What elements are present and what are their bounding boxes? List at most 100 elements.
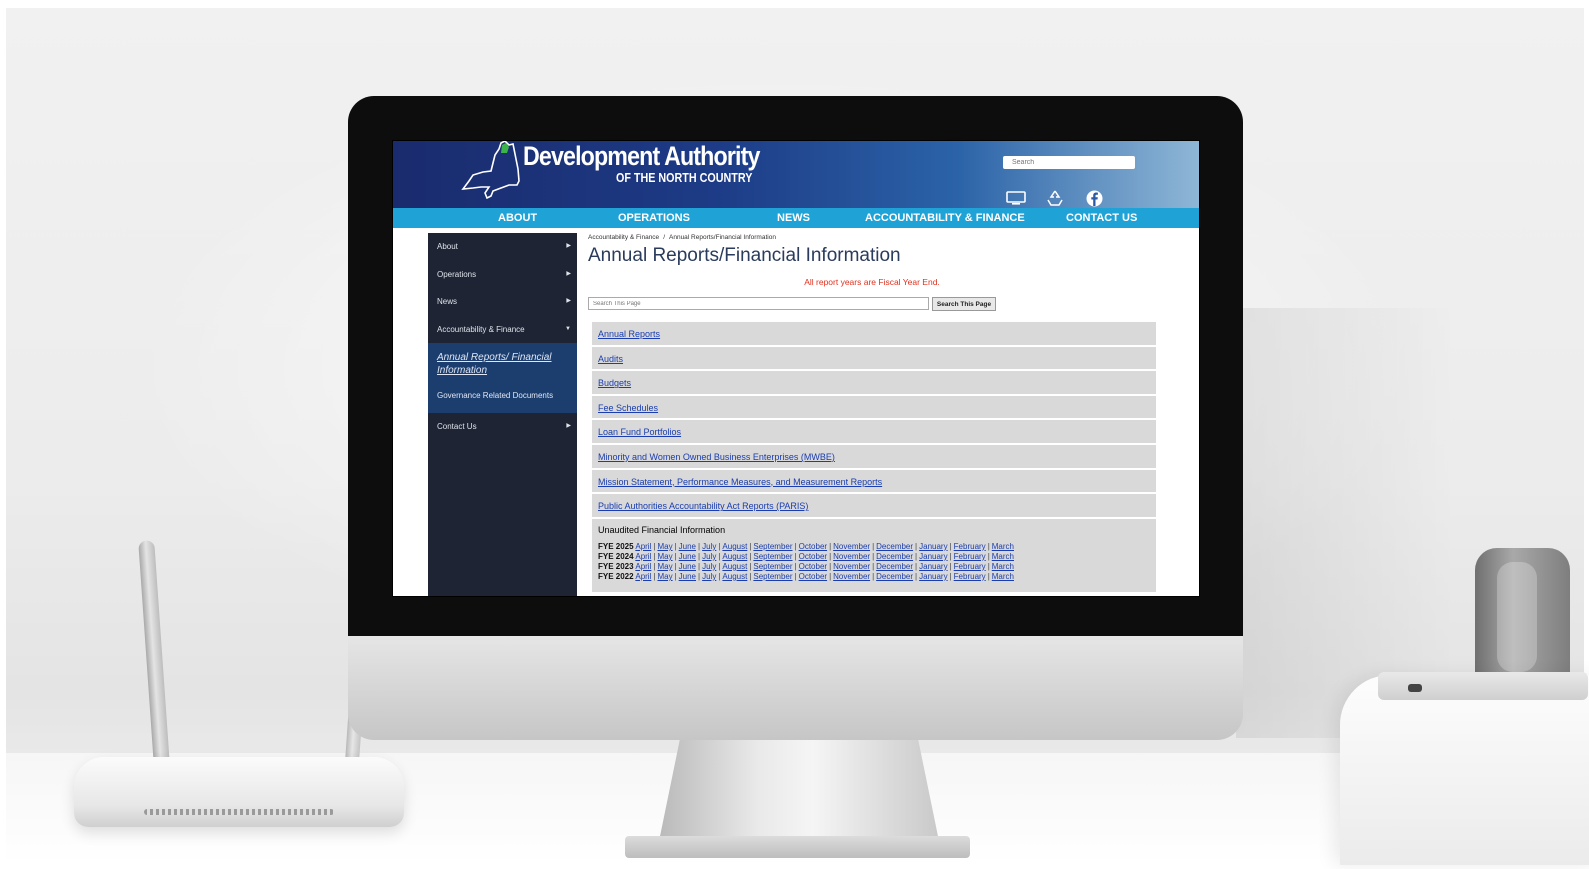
month-link[interactable]: February	[954, 542, 986, 551]
month-separator: |	[698, 561, 701, 571]
monitor-icon[interactable]	[1005, 190, 1027, 207]
fye-row: FYE 2022 April | May | June | July | August | Sept…	[598, 572, 1150, 582]
month-link[interactable]: October	[799, 572, 827, 581]
month-separator: |	[794, 571, 797, 581]
month-link[interactable]: December	[876, 572, 913, 581]
month-link[interactable]: September	[753, 542, 792, 551]
section-link-audits[interactable]: Audits	[598, 354, 623, 364]
nav-operations[interactable]: OPERATIONS	[618, 208, 690, 228]
list-item: Fee Schedules	[592, 395, 1156, 421]
month-link[interactable]: June	[679, 562, 696, 571]
printer	[1340, 675, 1589, 865]
month-link[interactable]: November	[833, 562, 870, 571]
month-link[interactable]: October	[799, 542, 827, 551]
month-link[interactable]: November	[833, 542, 870, 551]
sidebar-item-news[interactable]: News ▶	[428, 288, 577, 316]
sidebar-item-contact-us[interactable]: Contact Us ▶	[428, 413, 577, 441]
month-link[interactable]: January	[919, 542, 947, 551]
sidebar-item-operations[interactable]: Operations ▶	[428, 261, 577, 289]
site-subtitle: OF THE NORTH COUNTRY	[616, 171, 753, 185]
month-link[interactable]: April	[635, 562, 651, 571]
month-link[interactable]: January	[919, 562, 947, 571]
header-search-input[interactable]	[1003, 156, 1135, 169]
sidebar-subitem-governance[interactable]: Governance Related Documents	[428, 377, 577, 409]
list-item: Public Authorities Accountability Act Re…	[592, 494, 1156, 519]
month-link[interactable]: July	[702, 542, 716, 551]
month-link[interactable]: August	[722, 542, 747, 551]
section-link-budgets[interactable]: Budgets	[598, 378, 631, 388]
sidebar-item-accountability-finance[interactable]: Accountability & Finance ▼	[428, 316, 577, 344]
section-link-mwbe[interactable]: Minority and Women Owned Business Enterp…	[598, 452, 835, 462]
sidebar-subitem-annual-reports[interactable]: Annual Reports/ Financial Information	[428, 351, 577, 377]
section-link-paris[interactable]: Public Authorities Accountability Act Re…	[598, 501, 808, 511]
month-link[interactable]: June	[679, 552, 696, 561]
month-separator: |	[749, 561, 752, 571]
fiscal-year-notice: All report years are Fiscal Year End.	[804, 277, 940, 287]
site-title[interactable]: Development Authority	[523, 141, 760, 172]
month-link[interactable]: April	[635, 572, 651, 581]
month-link[interactable]: March	[992, 572, 1014, 581]
section-link-loan-fund-portfolios[interactable]: Loan Fund Portfolios	[598, 427, 681, 437]
month-separator: |	[718, 551, 721, 561]
month-link[interactable]: November	[833, 572, 870, 581]
month-link[interactable]: January	[919, 572, 947, 581]
month-link[interactable]: December	[876, 562, 913, 571]
month-link[interactable]: April	[635, 552, 651, 561]
month-link[interactable]: May	[657, 562, 672, 571]
month-link[interactable]: July	[702, 552, 716, 561]
month-link[interactable]: August	[722, 572, 747, 581]
new-york-map-logo-icon[interactable]	[461, 141, 523, 199]
breadcrumb-link[interactable]: Accountability & Finance	[588, 234, 659, 241]
nav-accountability-finance[interactable]: ACCOUNTABILITY & FINANCE	[865, 208, 1025, 228]
printer-button	[1408, 684, 1422, 692]
month-link[interactable]: October	[799, 562, 827, 571]
recycle-icon[interactable]	[1044, 190, 1066, 207]
month-link[interactable]: September	[753, 552, 792, 561]
month-separator: |	[794, 541, 797, 551]
router-vent	[144, 809, 334, 815]
month-link[interactable]: February	[954, 562, 986, 571]
section-link-mission-statement[interactable]: Mission Statement, Performance Measures,…	[598, 477, 882, 487]
month-link[interactable]: June	[679, 572, 696, 581]
sidebar-item-label: Operations	[437, 269, 477, 279]
nav-news[interactable]: NEWS	[777, 208, 810, 228]
month-link[interactable]: December	[876, 542, 913, 551]
sidebar-item-about[interactable]: About ▶	[428, 233, 577, 261]
section-link-unaudited[interactable]: Unaudited Financial Information	[598, 525, 725, 535]
month-link[interactable]: November	[833, 552, 870, 561]
month-link[interactable]: September	[753, 572, 792, 581]
month-separator: |	[872, 561, 875, 571]
month-link[interactable]: September	[753, 562, 792, 571]
facebook-icon[interactable]	[1083, 190, 1105, 207]
month-link[interactable]: March	[992, 552, 1014, 561]
month-separator: |	[674, 541, 677, 551]
month-separator: |	[653, 561, 656, 571]
month-link[interactable]: May	[657, 572, 672, 581]
month-link[interactable]: April	[635, 542, 651, 551]
month-link[interactable]: August	[722, 552, 747, 561]
month-link[interactable]: February	[954, 552, 986, 561]
unaudited-section: Unaudited Financial Information FYE 2025…	[592, 518, 1156, 592]
section-link-annual-reports[interactable]: Annual Reports	[598, 329, 660, 339]
month-link[interactable]: July	[702, 572, 716, 581]
nav-about[interactable]: ABOUT	[498, 208, 537, 228]
month-link[interactable]: July	[702, 562, 716, 571]
month-link[interactable]: February	[954, 572, 986, 581]
month-link[interactable]: March	[992, 562, 1014, 571]
month-link[interactable]: October	[799, 552, 827, 561]
list-item: Annual Reports	[592, 322, 1156, 347]
section-link-fee-schedules[interactable]: Fee Schedules	[598, 403, 658, 413]
month-link[interactable]: August	[722, 562, 747, 571]
page-search-button[interactable]: Search This Page	[932, 297, 996, 311]
month-link[interactable]: January	[919, 552, 947, 561]
nav-contact-us[interactable]: CONTACT US	[1066, 208, 1137, 228]
month-link[interactable]: June	[679, 542, 696, 551]
month-link[interactable]: May	[657, 552, 672, 561]
main-nav: ABOUT OPERATIONS NEWS ACCOUNTABILITY & F…	[393, 208, 1199, 228]
list-item: Loan Fund Portfolios	[592, 420, 1156, 445]
month-link[interactable]: May	[657, 542, 672, 551]
month-separator: |	[653, 551, 656, 561]
month-link[interactable]: March	[992, 542, 1014, 551]
month-link[interactable]: December	[876, 552, 913, 561]
page-search-input[interactable]	[588, 297, 929, 310]
